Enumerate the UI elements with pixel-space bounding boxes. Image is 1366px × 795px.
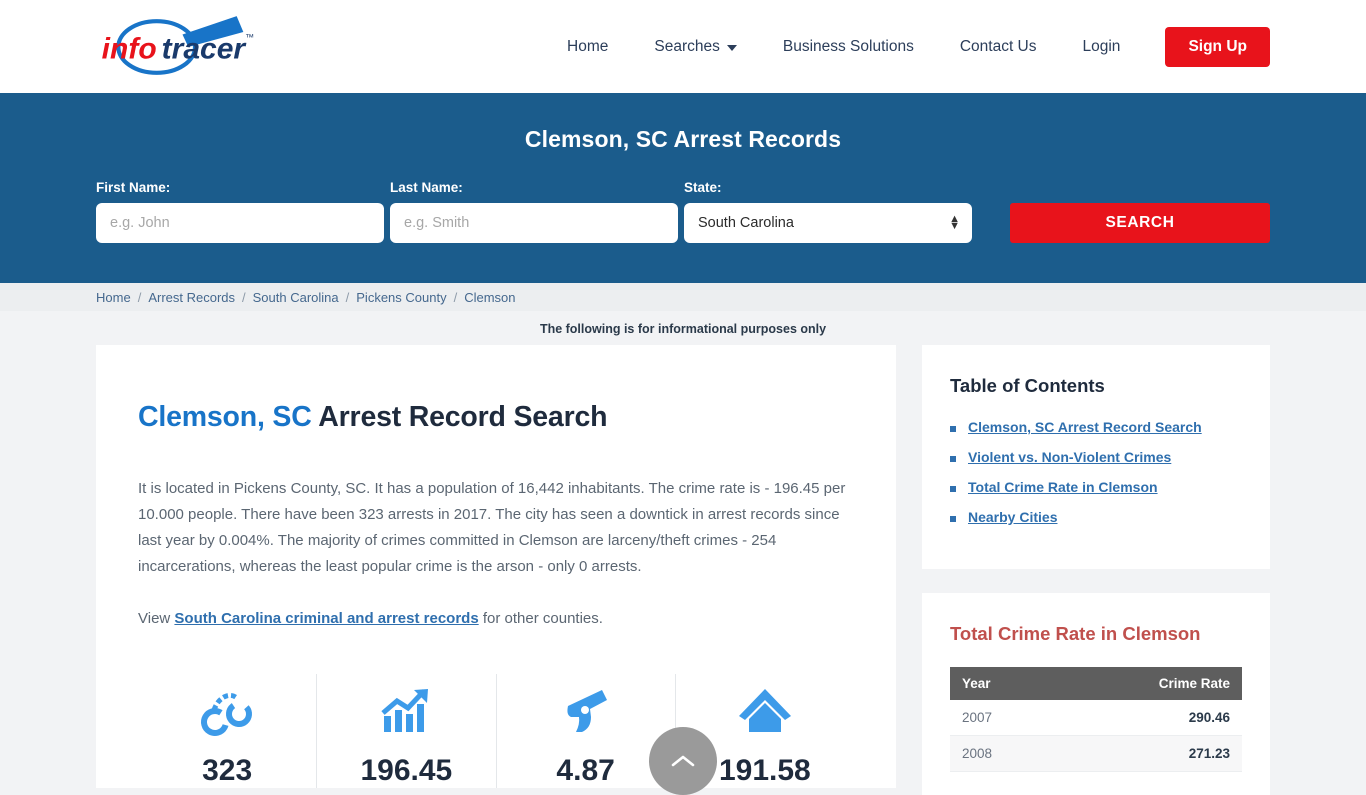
toc-link-arrest-record-search[interactable]: Clemson, SC Arrest Record Search	[968, 419, 1202, 435]
stat-violent-crime: 4.87	[497, 674, 676, 788]
house-icon	[676, 684, 854, 740]
search-button[interactable]: SEARCH	[1010, 203, 1270, 243]
toc-link-total-crime-rate[interactable]: Total Crime Rate in Clemson	[968, 479, 1158, 495]
cell-year: 2008	[950, 735, 1056, 772]
breadcrumb-item-home[interactable]: Home	[96, 290, 131, 305]
nav-label: Home	[567, 37, 609, 55]
breadcrumb-separator: /	[345, 289, 350, 305]
bullet-icon	[950, 516, 956, 522]
list-item: Total Crime Rate in Clemson	[950, 479, 1242, 495]
handcuffs-icon	[138, 684, 316, 740]
nav-item-contact-us[interactable]: Contact Us	[937, 38, 1060, 56]
trending-up-chart-icon	[317, 684, 495, 740]
nav-label: Searches	[654, 37, 720, 55]
right-sidebar: Table of Contents Clemson, SC Arrest Rec…	[922, 345, 1270, 795]
last-name-label: Last Name:	[390, 180, 463, 195]
table-header-row: Year Crime Rate	[950, 667, 1242, 700]
breadcrumb-item-clemson: Clemson	[464, 289, 516, 305]
table-row: 2007 290.46	[950, 700, 1242, 736]
state-field-group: State: South Carolina ▲ ▼	[684, 180, 972, 243]
first-name-input[interactable]	[96, 203, 384, 243]
table-of-contents-title: Table of Contents	[950, 375, 1105, 396]
nav-item-searches[interactable]: Searches	[631, 38, 759, 56]
first-name-field-group: First Name:	[96, 180, 384, 243]
view-suffix: for other counties.	[478, 610, 603, 627]
bullet-icon	[950, 486, 956, 492]
bullet-icon	[950, 426, 956, 432]
scroll-to-top-button[interactable]	[649, 727, 717, 795]
total-crime-rate-title: Total Crime Rate in Clemson	[950, 623, 1201, 644]
search-band: Clemson, SC Arrest Records First Name: L…	[0, 93, 1366, 283]
sign-up-button[interactable]: Sign Up	[1165, 26, 1270, 67]
list-item: Violent vs. Non-Violent Crimes	[950, 449, 1242, 465]
first-name-label: First Name:	[96, 180, 171, 195]
site-header: info tracer ™ Home Searches Business Sol…	[0, 0, 1366, 93]
handgun-icon	[497, 684, 675, 740]
heading-rest: Arrest Record Search	[318, 401, 608, 433]
view-other-counties-paragraph: View South Carolina criminal and arrest …	[138, 606, 854, 632]
cell-crime-rate: 290.46	[1055, 700, 1242, 736]
nav-label: Login	[1082, 37, 1121, 55]
stat-arrests: 323	[138, 674, 318, 788]
page-title: Clemson, SC Arrest Records	[524, 126, 842, 152]
infotracer-logo: info tracer ™	[102, 15, 254, 75]
svg-text:tracer: tracer	[162, 32, 248, 65]
table-row: 2008 271.23	[950, 735, 1242, 772]
summary-paragraph: It is located in Pickens County, SC. It …	[138, 480, 846, 575]
breadcrumb-item-south-carolina[interactable]: South Carolina	[253, 290, 339, 305]
content-heading: Clemson, SC Arrest Record Search	[138, 401, 854, 434]
nav-item-login[interactable]: Login	[1060, 38, 1144, 56]
nav-label: Business Solutions	[782, 37, 914, 55]
last-name-input[interactable]	[390, 203, 678, 243]
breadcrumb-item-arrest-records[interactable]: Arrest Records	[148, 290, 235, 305]
chevron-down-icon	[726, 44, 737, 51]
heading-city: Clemson,	[138, 401, 265, 433]
breadcrumb-separator: /	[242, 289, 246, 305]
arrest-search-form: First Name: Last Name: State: South Caro…	[96, 180, 1270, 243]
last-name-field-group: Last Name:	[390, 180, 678, 243]
table-body: 2007 290.46 2008 271.23	[950, 700, 1242, 772]
nav-label: Contact Us	[959, 37, 1037, 55]
cell-crime-rate: 271.23	[1055, 735, 1242, 772]
south-carolina-records-link[interactable]: South Carolina criminal and arrest recor…	[174, 610, 478, 627]
svg-text:™: ™	[245, 32, 254, 42]
stat-crime-rate: 196.45	[317, 674, 497, 788]
main-content-card: Clemson, SC Arrest Record Search It is l…	[96, 345, 896, 788]
total-crime-rate-card: Total Crime Rate in Clemson Year Crime R…	[922, 593, 1270, 795]
toc-link-nearby-cities[interactable]: Nearby Cities	[968, 509, 1057, 525]
main-navigation: Home Searches Business Solutions Contact…	[544, 26, 1270, 67]
breadcrumb: Home / Arrest Records / South Carolina /…	[0, 283, 1366, 311]
stats-row: 323 196.45 4.87 191.58	[138, 674, 854, 788]
informational-note: The following is for informational purpo…	[539, 322, 827, 336]
table-head: Year Crime Rate	[950, 667, 1242, 700]
cell-year: 2007	[950, 700, 1056, 736]
stat-value: 323	[202, 754, 253, 787]
heading-state: SC	[272, 401, 312, 433]
bullet-icon	[950, 456, 956, 462]
stat-value: 196.45	[360, 754, 453, 787]
state-select-wrapper: South Carolina ▲ ▼	[684, 203, 972, 243]
breadcrumb-item-pickens-county[interactable]: Pickens County	[356, 290, 446, 305]
crime-rate-table: Year Crime Rate 2007 290.46 2008 271.23	[950, 667, 1242, 772]
chevron-up-icon	[671, 755, 695, 767]
stat-value: 4.87	[556, 754, 615, 787]
logo-link[interactable]: info tracer ™	[96, 12, 264, 82]
state-select[interactable]: South Carolina	[684, 203, 972, 243]
column-header-crime-rate: Crime Rate	[1055, 667, 1242, 700]
breadcrumb-separator: /	[137, 289, 142, 305]
list-item: Clemson, SC Arrest Record Search	[950, 419, 1242, 435]
nav-item-home[interactable]: Home	[544, 38, 631, 56]
table-of-contents-list: Clemson, SC Arrest Record Search Violent…	[950, 419, 1242, 525]
nav-item-business-solutions[interactable]: Business Solutions	[760, 38, 937, 56]
view-prefix: View	[138, 610, 175, 627]
list-item: Nearby Cities	[950, 509, 1242, 525]
column-header-year: Year	[950, 667, 1056, 700]
toc-link-violent-vs-nonviolent[interactable]: Violent vs. Non-Violent Crimes	[968, 449, 1171, 465]
breadcrumb-separator: /	[453, 289, 458, 305]
svg-text:info: info	[102, 32, 157, 65]
state-label: State:	[684, 180, 722, 195]
table-of-contents-card: Table of Contents Clemson, SC Arrest Rec…	[922, 345, 1270, 569]
